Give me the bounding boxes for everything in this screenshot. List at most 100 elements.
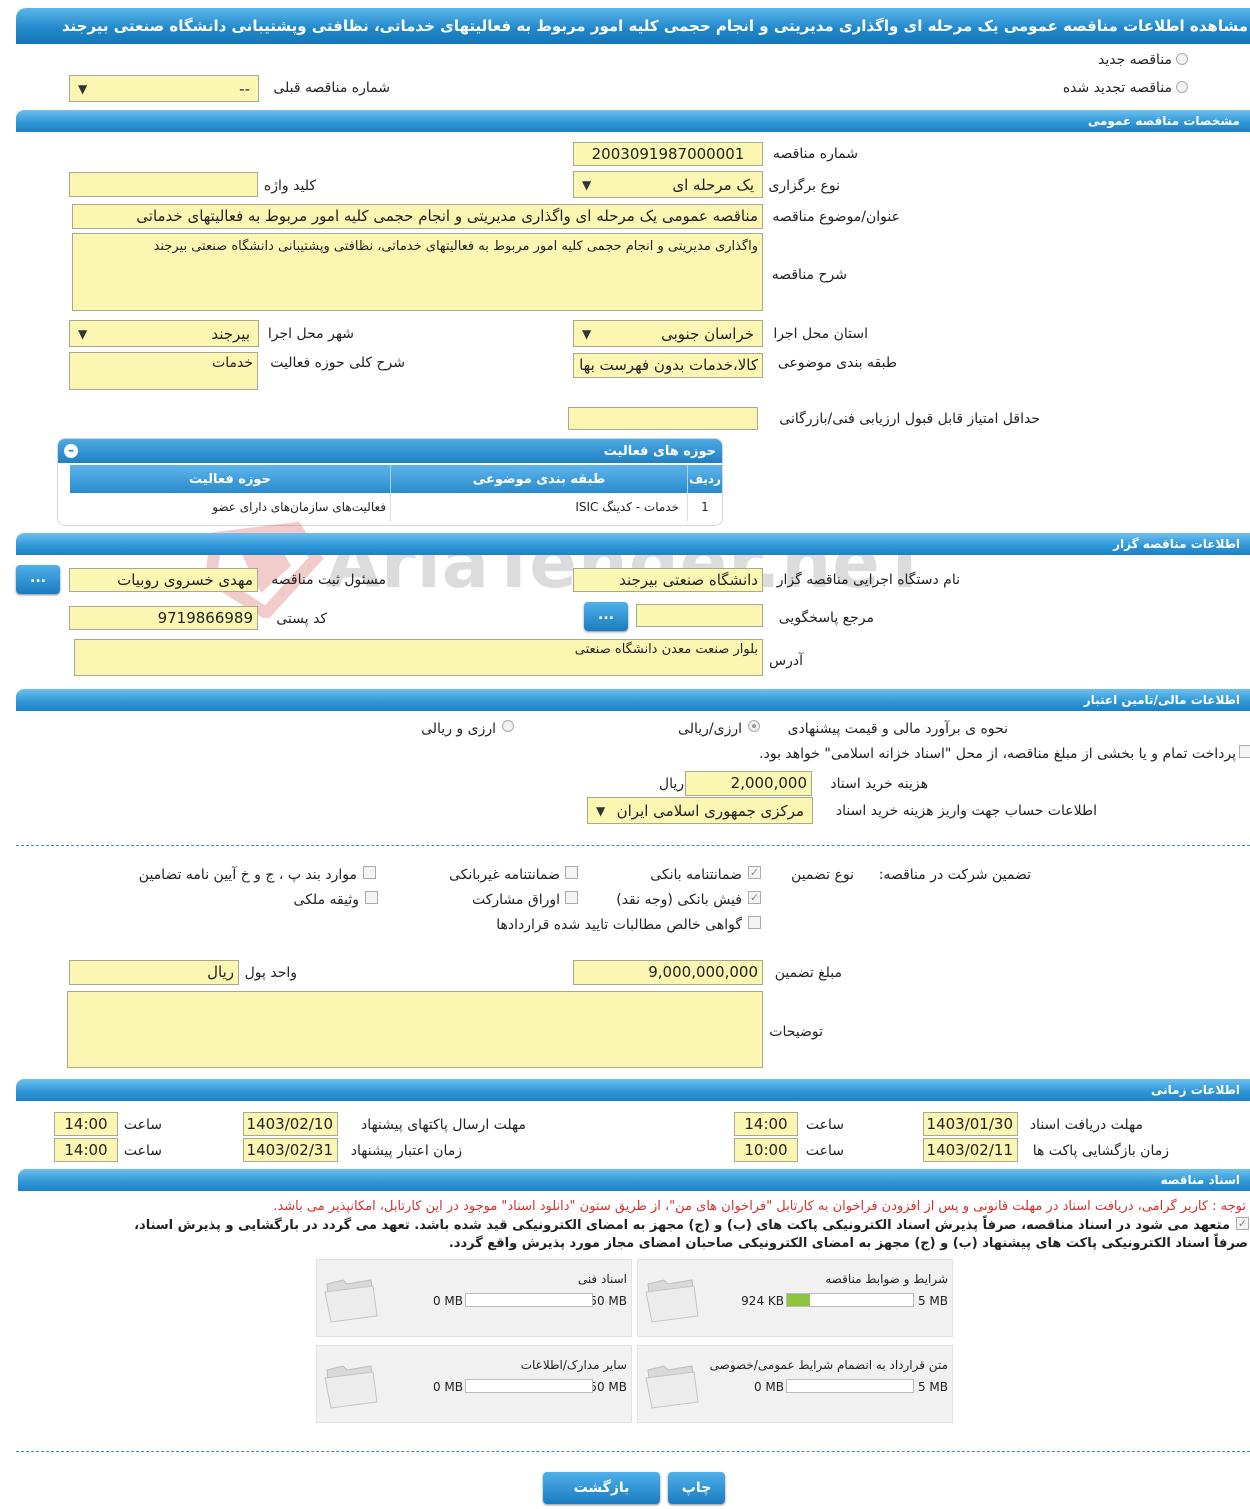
- province-select[interactable]: خراسان جنوبی ▼: [573, 320, 763, 347]
- document-card[interactable]: شرایط و ضوابط مناقصه 5 MB 924 KB: [637, 1259, 953, 1337]
- officer-label: مسئول ثبت مناقصه: [271, 572, 386, 588]
- organizer-section-title: اطلاعات مناقصه گزار: [1113, 537, 1240, 551]
- org-field[interactable]: دانشگاه صنعتی بیرجند: [573, 568, 763, 592]
- renewed-tender-radio[interactable]: [1176, 81, 1188, 93]
- property-label: وثیقه ملکی: [293, 892, 359, 908]
- folder-icon: [645, 1279, 699, 1323]
- new-tender-radio[interactable]: [1176, 53, 1188, 65]
- nonbank-guarantee-checkbox[interactable]: [565, 866, 578, 879]
- number-field[interactable]: 2003091987000001: [573, 142, 763, 166]
- document-card-max: 5 MB: [917, 1380, 948, 1394]
- send-deadline-time[interactable]: 14:00: [54, 1112, 118, 1136]
- ref-more-button[interactable]: ...: [584, 602, 628, 631]
- doc-deadline-time[interactable]: 14:00: [734, 1112, 798, 1136]
- collapse-icon[interactable]: –: [64, 444, 78, 458]
- city-value: بیرجند: [211, 325, 250, 343]
- bylaw-items-label: موارد بند پ ، ج و خ آیین نامه تضامین: [138, 867, 357, 883]
- divider: [16, 1451, 1250, 1452]
- notes-field[interactable]: [67, 991, 763, 1068]
- treasury-checkbox[interactable]: [1239, 745, 1250, 758]
- prev-number-value: --: [239, 80, 250, 98]
- doc-cost-label: هزینه خرید اسناد: [830, 776, 928, 792]
- commitment-line1: متعهد می شود در اسناد مناقصه، صرفاً پذیر…: [134, 1218, 1230, 1233]
- bylaw-items-checkbox[interactable]: [363, 866, 376, 879]
- bank-guarantee-checkbox[interactable]: ✓: [748, 866, 761, 879]
- document-card-progress: [465, 1293, 593, 1307]
- min-score-field[interactable]: [568, 407, 758, 430]
- account-select[interactable]: مرکزی جمهوری اسلامی ایران ▼: [587, 797, 813, 824]
- validity-time[interactable]: 14:00: [54, 1138, 118, 1162]
- documents-section-title: اسناد مناقصه: [1160, 1173, 1240, 1187]
- print-button[interactable]: چاپ: [668, 1472, 725, 1504]
- keyword-label: کلید واژه: [263, 178, 316, 194]
- commitment-checkbox[interactable]: ✓: [1236, 1217, 1249, 1230]
- officer-more-button[interactable]: ...: [16, 565, 60, 594]
- document-card-progress: [786, 1379, 914, 1393]
- address-label: آدرس: [769, 653, 803, 669]
- validity-date[interactable]: 1403/02/31: [243, 1138, 338, 1162]
- document-card[interactable]: متن قرارداد به انضمام شرایط عمومی/خصوصی 5…: [637, 1345, 953, 1423]
- postal-field[interactable]: 9719866989: [69, 606, 258, 630]
- col-header-category: طبقه بندی موضوعی: [390, 465, 688, 493]
- document-card-title: سایر مدارک/اطلاعات: [520, 1358, 627, 1372]
- org-label: نام دستگاه اجرایی مناقصه گزار: [776, 572, 960, 588]
- document-card-current: 0 MB: [753, 1380, 784, 1394]
- document-card-current: 924 KB: [741, 1294, 784, 1308]
- chevron-down-icon: ▼: [596, 804, 606, 818]
- validity-time-label: ساعت: [123, 1143, 162, 1159]
- ref-field[interactable]: [636, 604, 763, 627]
- account-value: مرکزی جمهوری اسلامی ایران: [616, 802, 804, 820]
- estimate-label: نحوه ی برآورد مالی و قیمت پیشنهادی: [787, 721, 1008, 737]
- currency-rial-radio[interactable]: [502, 720, 514, 732]
- doc-cost-unit: ریال: [658, 776, 684, 792]
- description-field[interactable]: واگذاری مدیریتی و انجام حجمی کلیه امور م…: [72, 233, 763, 311]
- finance-section-title: اطلاعات مالی/تامین اعتبار: [1083, 693, 1240, 707]
- amount-field[interactable]: 9,000,000,000: [573, 960, 763, 985]
- finance-section-header: اطلاعات مالی/تامین اعتبار: [16, 689, 1250, 711]
- doc-deadline-date[interactable]: 1403/01/30: [923, 1112, 1018, 1136]
- opening-date[interactable]: 1403/02/11: [923, 1138, 1018, 1162]
- renewed-tender-label: مناقصه تجدید شده: [1062, 80, 1172, 96]
- category-field[interactable]: کالا،خدمات بدون فهرست بها: [573, 353, 763, 378]
- bank-receipt-label: فیش بانکی (وجه نقد): [616, 892, 742, 908]
- document-card-title: متن قرارداد به انضمام شرایط عمومی/خصوصی: [709, 1358, 948, 1372]
- col-header-row: ردیف: [687, 465, 722, 493]
- address-field[interactable]: بلوار صنعت معدن دانشگاه صنعتی: [74, 639, 763, 676]
- activity-table-panel: حوزه های فعالیت – ردیف طبقه بندی موضوعی …: [57, 438, 723, 526]
- back-button[interactable]: بازگشت: [543, 1472, 660, 1504]
- bank-receipt-checkbox[interactable]: ✓: [748, 891, 761, 904]
- commitment-line2: صرفاً اسناد الکترونیکی پاکت های پیشنهاد …: [448, 1236, 1248, 1251]
- opening-time[interactable]: 10:00: [734, 1138, 798, 1162]
- currency-label: واحد پول: [244, 965, 297, 981]
- activity-desc-field[interactable]: خدمات: [69, 352, 258, 390]
- claims-cert-checkbox[interactable]: [748, 916, 761, 929]
- general-section-header: مشخصات مناقصه عمومی: [16, 110, 1250, 132]
- city-select[interactable]: بیرجند ▼: [69, 320, 259, 347]
- prev-number-select[interactable]: -- ▼: [69, 75, 259, 102]
- document-card-progress: [786, 1293, 914, 1307]
- chevron-down-icon: ▼: [582, 327, 592, 341]
- cell-activity: فعالیت‌های سازمان‌های دارای عضو: [212, 500, 386, 514]
- document-card-progress: [465, 1379, 593, 1393]
- number-label: شماره مناقصه: [773, 146, 858, 162]
- folder-icon: [324, 1365, 378, 1409]
- min-score-label: حداقل امتیاز قابل قبول ارزیابی فنی/بازرگ…: [779, 411, 1040, 427]
- keyword-field[interactable]: [69, 172, 258, 197]
- currency-field[interactable]: ریال: [69, 960, 239, 985]
- amount-label: مبلغ تضمین: [774, 965, 842, 981]
- officer-field[interactable]: مهدی خسروی روبیات: [69, 568, 258, 592]
- activity-table-title: حوزه های فعالیت: [603, 444, 716, 459]
- send-deadline-date[interactable]: 1403/02/10: [243, 1112, 338, 1136]
- description-label: شرح مناقصه: [771, 267, 847, 283]
- doc-cost-field[interactable]: 2,000,000: [685, 771, 812, 796]
- chevron-down-icon: ▼: [582, 178, 592, 192]
- bonds-checkbox[interactable]: [565, 891, 578, 904]
- divider: [16, 845, 1250, 846]
- rial-radio[interactable]: [748, 720, 760, 732]
- document-card[interactable]: اسناد فنی 50 MB 0 MB: [316, 1259, 632, 1337]
- subject-field[interactable]: مناقصه عمومی یک مرحله ای واگذاری مدیریتی…: [72, 204, 763, 229]
- table-row: 1 خدمات - کدینگ ISIC فعالیت‌های سازمان‌ه…: [70, 493, 722, 521]
- document-card[interactable]: سایر مدارک/اطلاعات 50 MB 0 MB: [316, 1345, 632, 1423]
- property-checkbox[interactable]: [365, 891, 378, 904]
- holding-type-select[interactable]: یک مرحله ای ▼: [573, 171, 763, 198]
